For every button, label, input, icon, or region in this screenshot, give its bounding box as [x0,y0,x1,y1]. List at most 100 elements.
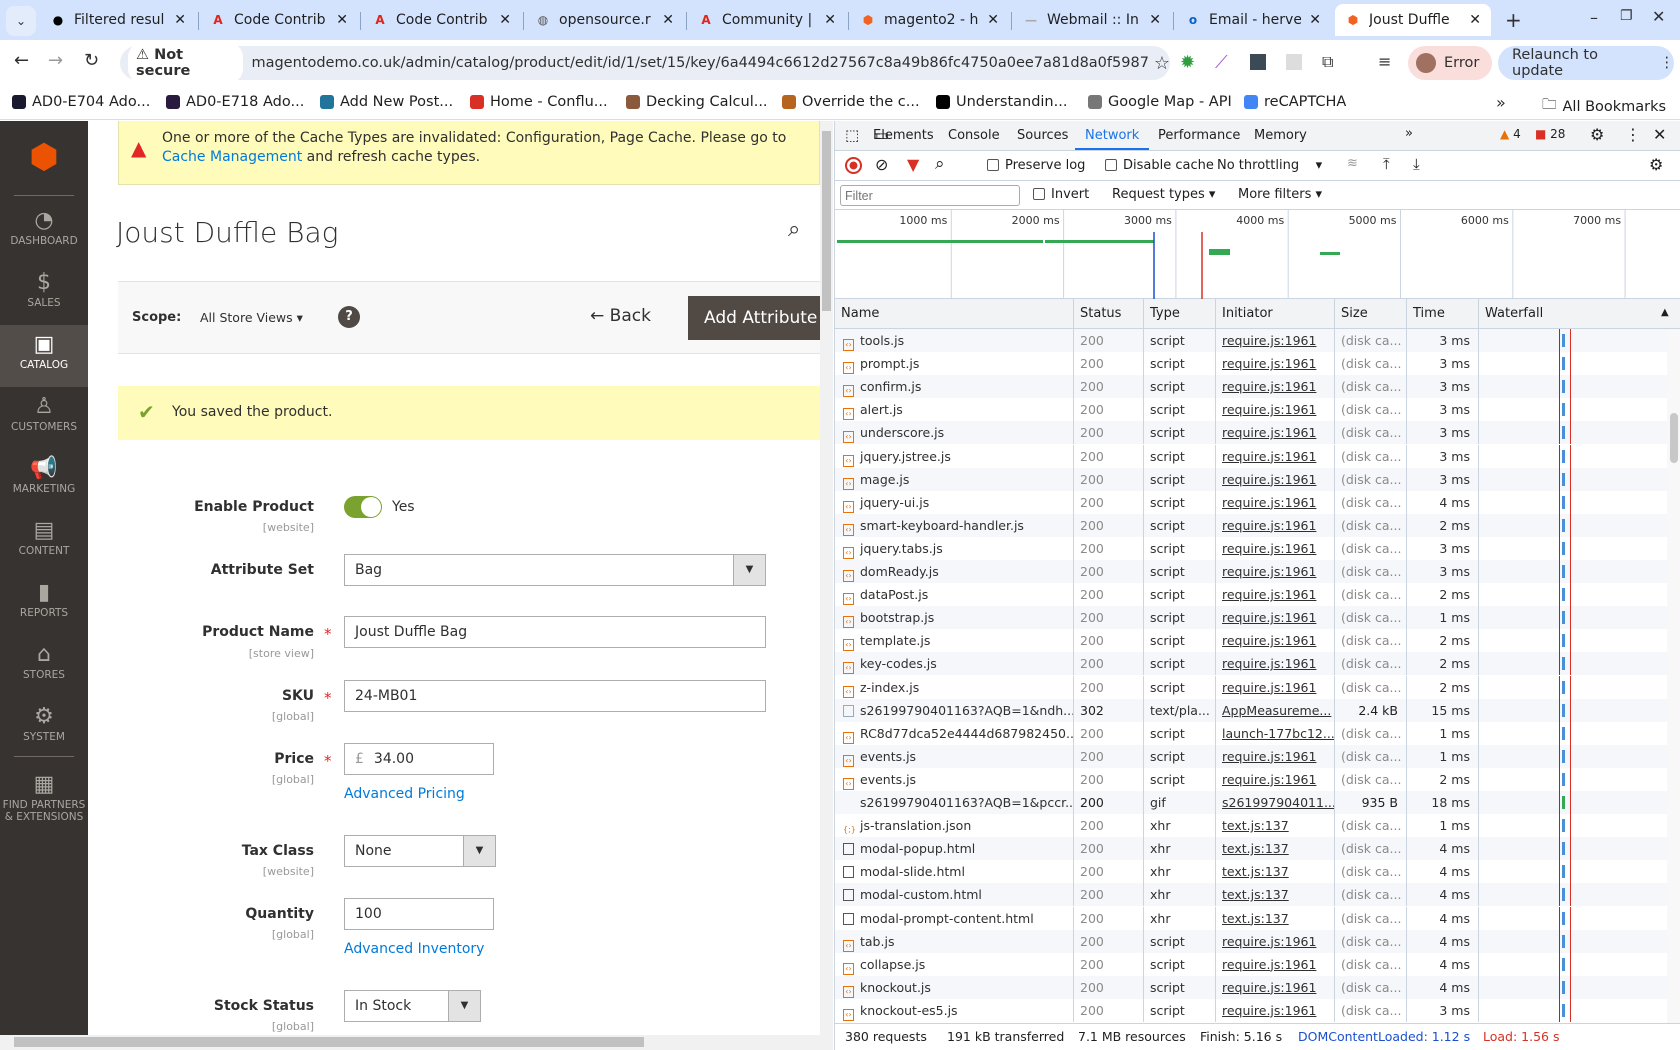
table-row[interactable]: ‹› jquery.tabs.js 200 script require.js:1961… [835,536,1667,560]
bookmark-item[interactable]: Home - Conflu... [470,94,608,110]
tab-search-button[interactable]: ⌄ [6,6,36,36]
disable-cache-checkbox[interactable]: Disable cache [1105,158,1214,173]
initiator-cell[interactable]: require.js:1961 [1215,536,1334,560]
initiator-link[interactable]: require.js:1961 [1222,333,1316,348]
help-icon[interactable]: ? [338,306,360,328]
initiator-link[interactable]: s261997904011... [1222,795,1334,810]
initiator-link[interactable]: require.js:1961 [1222,934,1316,949]
initiator-cell[interactable]: require.js:1961 [1215,583,1334,607]
initiator-link[interactable]: text.js:137 [1222,841,1289,856]
initiator-cell[interactable]: require.js:1961 [1215,952,1334,976]
initiator-cell[interactable]: text.js:137 [1215,906,1334,930]
devtools-tab-console[interactable]: Console [938,121,1010,150]
devtools-tab-elements[interactable]: Elements [863,121,944,150]
media-control-icon[interactable]: ≡ [1378,52,1391,71]
initiator-link[interactable]: require.js:1961 [1222,587,1316,602]
initiator-cell[interactable]: AppMeasureme... [1215,698,1334,722]
table-row[interactable]: ‹› jquery.jstree.js 200 script require.js:19… [835,444,1667,468]
bookmark-item[interactable]: Add New Post... [320,94,453,110]
preserve-log-checkbox[interactable]: Preserve log [987,158,1085,173]
close-tab-icon[interactable]: ✕ [1149,12,1161,28]
initiator-link[interactable]: require.js:1961 [1222,656,1316,671]
table-row[interactable]: s26199790401163?AQB=1&ndh... 302 text/pla.… [835,698,1667,722]
browser-tab[interactable]: — Webmail :: In ✕ [1013,4,1171,36]
sidebar-item-sales[interactable]: $ SALES [0,263,88,325]
table-row[interactable]: ‹› events.js 200 script require.js:1961 (disk… [835,744,1667,768]
table-row[interactable]: ‹› mage.js 200 script require.js:1961 (disk c… [835,467,1667,491]
initiator-cell[interactable]: launch-177bc12... [1215,721,1334,745]
bookmark-item[interactable]: AD0-E704 Ado... [12,94,150,110]
record-button[interactable] [845,157,862,174]
initiator-cell[interactable]: require.js:1961 [1215,352,1334,376]
close-tab-icon[interactable]: ✕ [1469,12,1481,28]
browser-tab[interactable]: A Code Contrib ✕ [362,4,521,36]
url-text[interactable]: magentodemo.co.uk/admin/catalog/product/… [251,55,1147,71]
initiator-cell[interactable]: require.js:1961 [1215,398,1334,422]
initiator-cell[interactable]: require.js:1961 [1215,606,1334,630]
initiator-link[interactable]: require.js:1961 [1222,425,1316,440]
initiator-link[interactable]: require.js:1961 [1222,449,1316,464]
browser-tab[interactable]: A Community | ✕ [688,4,846,36]
security-chip[interactable]: ⚠ Not secure [128,43,244,83]
profile-error-button[interactable]: Error [1408,46,1492,80]
table-row[interactable]: ‹› alert.js 200 script require.js:1961 (disk … [835,398,1667,422]
warnings-badge[interactable]: ▲ 4 [1500,127,1521,141]
sidebar-item-system[interactable]: ⚙ SYSTEM [0,697,88,759]
table-row[interactable]: ‹› prompt.js 200 script require.js:1961 (disk… [835,352,1667,376]
initiator-cell[interactable]: s261997904011... [1215,791,1334,814]
close-tab-icon[interactable]: ✕ [1309,12,1321,28]
all-bookmarks-button[interactable]: 🗀 All Bookmarks [1542,94,1666,119]
devtools-tab-sources[interactable]: Sources [1007,121,1078,150]
initiator-cell[interactable]: require.js:1961 [1215,998,1334,1022]
devtools-tab-network[interactable]: Network [1075,121,1150,150]
table-row[interactable]: ‹› template.js 200 script require.js:1961 (di… [835,629,1667,653]
sidebar-item-stores[interactable]: ⌂ STORES [0,635,88,697]
initiator-cell[interactable]: require.js:1961 [1215,975,1334,999]
initiator-link[interactable]: AppMeasureme... [1222,703,1331,718]
initiator-cell[interactable]: require.js:1961 [1215,444,1334,468]
advanced-inventory-link[interactable]: Advanced Inventory [344,941,484,957]
initiator-link[interactable]: text.js:137 [1222,864,1289,879]
requests-scrollbar[interactable] [1667,329,1680,1023]
initiator-link[interactable]: text.js:137 [1222,911,1289,926]
table-row[interactable]: ‹› tools.js 200 script require.js:1961 (disk … [835,329,1667,352]
table-row[interactable]: s26199790401163?AQB=1&pccr... 200 gif s2619… [835,791,1667,814]
column-header-size[interactable]: Size [1334,299,1368,329]
bookmark-item[interactable]: Understandin... [936,94,1067,110]
sidebar-item-customers[interactable]: ♙ CUSTOMERS [0,387,88,449]
extension-icon[interactable] [1250,54,1266,70]
back-nav-button[interactable]: ← [14,50,29,71]
initiator-cell[interactable]: require.js:1961 [1215,629,1334,653]
network-settings-icon[interactable]: ⚙ [1649,155,1663,174]
filter-icon[interactable]: ▼ [907,155,919,174]
more-filters-dropdown[interactable]: More filters ▾ [1238,187,1322,202]
column-header-name[interactable]: Name [835,299,879,329]
sort-ascending-icon[interactable]: ▲ [1661,307,1669,318]
column-header-initiator[interactable]: Initiator [1215,299,1273,329]
browser-tab[interactable]: ⬢ magento2 - h ✕ [850,4,1009,36]
close-tab-icon[interactable]: ✕ [662,12,674,28]
magento-logo[interactable]: ⬢ [26,137,62,177]
table-row[interactable]: ‹› knockout-es5.js 200 script require.js:196… [835,998,1667,1022]
initiator-cell[interactable]: require.js:1961 [1215,421,1334,445]
star-icon[interactable]: ☆ [1154,53,1170,74]
column-header-type[interactable]: Type [1143,299,1180,329]
initiator-link[interactable]: require.js:1961 [1222,633,1316,648]
reload-button[interactable]: ↻ [84,50,99,71]
close-tab-icon[interactable]: ✕ [499,12,511,28]
initiator-cell[interactable]: require.js:1961 [1215,329,1334,352]
initiator-cell[interactable]: require.js:1961 [1215,652,1334,676]
clear-icon[interactable]: ⊘ [875,155,888,174]
initiator-cell[interactable]: require.js:1961 [1215,467,1334,491]
devtools-tab-memory[interactable]: Memory [1244,121,1317,150]
initiator-cell[interactable]: text.js:137 [1215,837,1334,861]
sidebar-item-dashboard[interactable]: ◔ DASHBOARD [0,201,88,263]
network-conditions-icon[interactable]: ≋ [1347,156,1358,171]
table-row[interactable]: ‹› key-codes.js 200 script require.js:1961 (d… [835,652,1667,676]
stock-status-select[interactable]: In Stock ▼ [344,990,481,1022]
browser-tab[interactable]: ● Filtered resul ✕ [40,4,196,36]
table-row[interactable]: ‹› collapse.js 200 script require.js:1961 (di… [835,952,1667,976]
close-window-button[interactable]: ✕ [1652,7,1665,26]
table-row[interactable]: ‹› bootstrap.js 200 script require.js:1961 (d… [835,606,1667,630]
vertical-scrollbar[interactable] [820,121,833,1035]
